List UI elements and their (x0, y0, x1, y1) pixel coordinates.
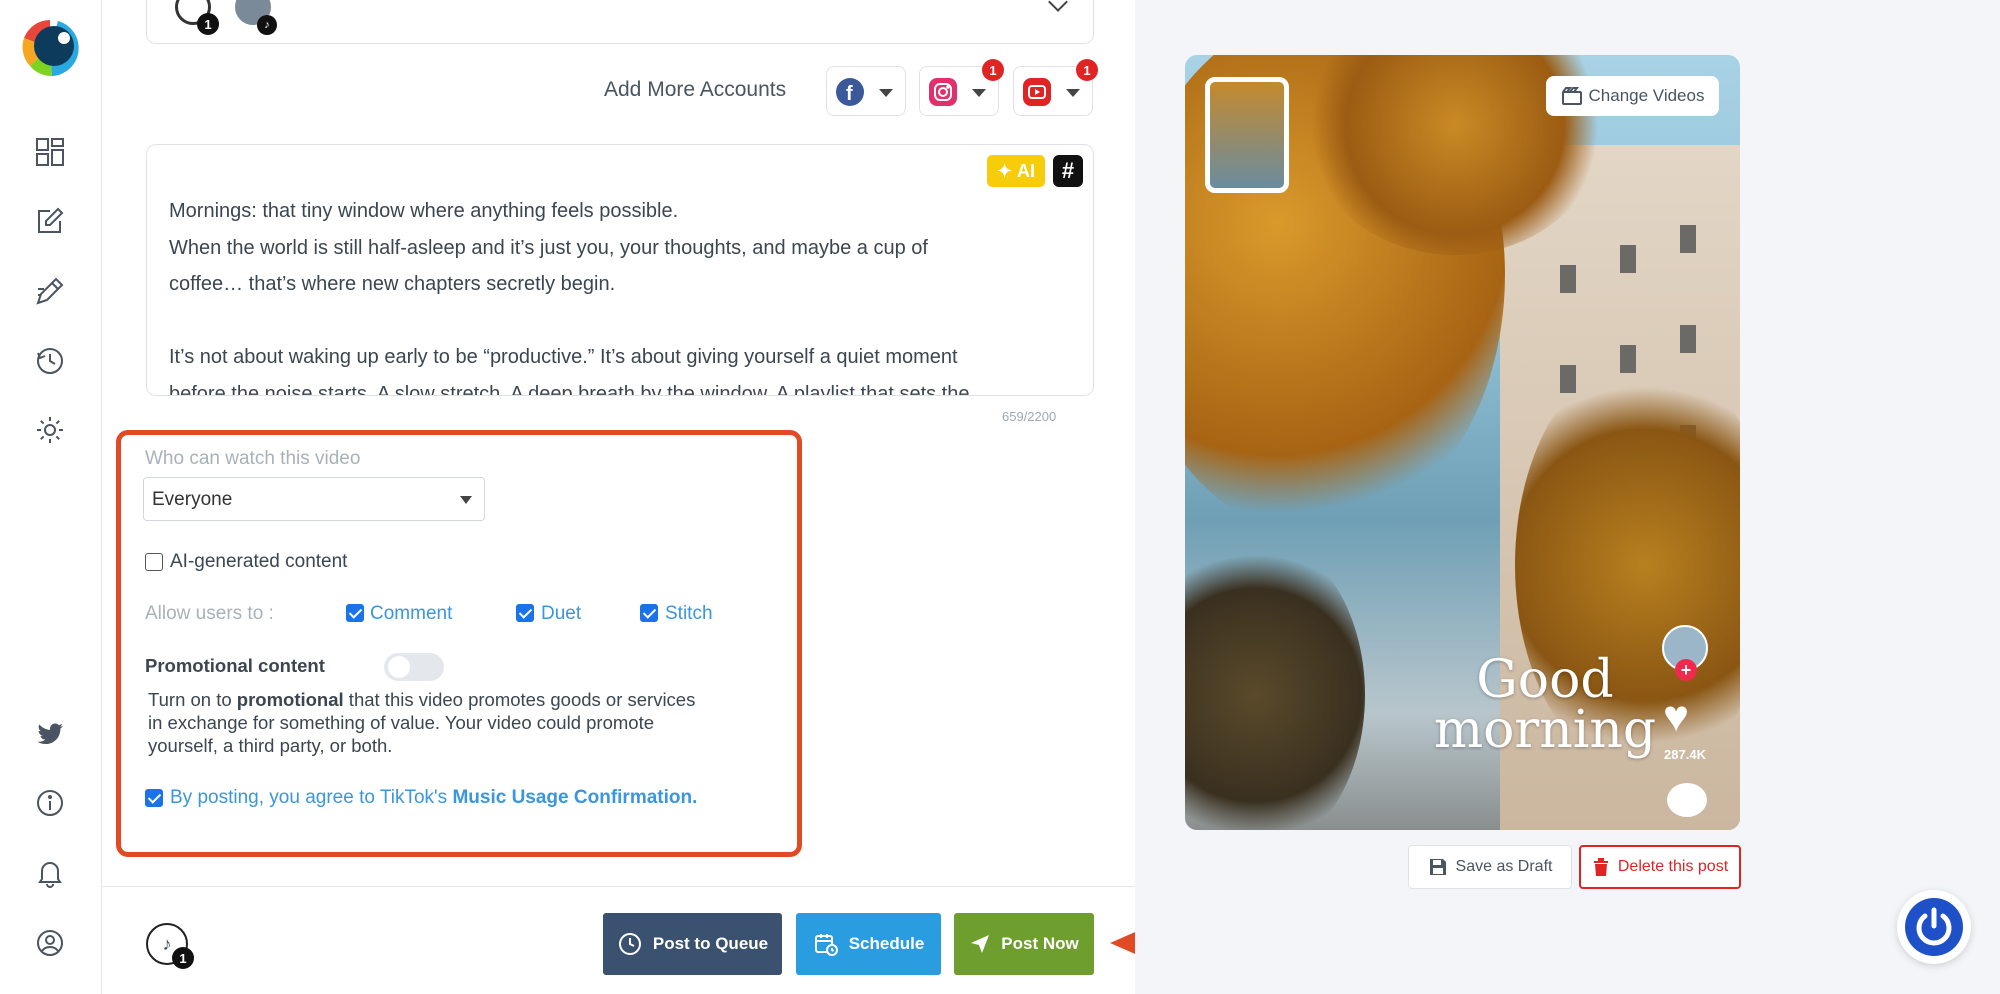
queue-clock-icon (618, 933, 641, 955)
caret-down-icon (879, 89, 893, 97)
change-videos-button[interactable]: Change Videos (1546, 76, 1719, 116)
post-to-queue-button[interactable]: Post to Queue (603, 913, 782, 975)
heart-icon: ♥ (1663, 692, 1690, 741)
allow-duet-checkbox[interactable] (516, 604, 534, 622)
twitter-icon[interactable] (32, 716, 68, 752)
caption-text[interactable]: Mornings: that tiny window where anythin… (169, 193, 1069, 395)
delete-post-label: Delete this post (1617, 858, 1729, 875)
caption-textarea[interactable]: ✦ AI # Mornings: that tiny window where … (146, 144, 1094, 396)
caret-down-icon (1066, 89, 1080, 97)
composer-panel: 1 ♪ Add More Accounts f 1 1 ✦ AI # Morni… (102, 0, 1135, 994)
ai-generated-label: AI-generated content (170, 551, 348, 572)
allow-stitch-checkbox[interactable] (640, 604, 658, 622)
music-usage-confirmation-link[interactable]: Music Usage Confirmation. (452, 787, 697, 808)
promotional-content-toggle[interactable] (384, 653, 444, 681)
overlay-line-2: morning (1433, 700, 1657, 760)
comment-bubble-icon (1667, 783, 1707, 817)
youtube-icon (1023, 78, 1051, 106)
youtube-notification-badge: 1 (1076, 59, 1098, 81)
dashboard-icon[interactable] (32, 134, 68, 170)
info-icon[interactable] (32, 785, 68, 821)
post-now-button[interactable]: Post Now (954, 913, 1094, 975)
settings-gear-icon[interactable] (32, 412, 68, 448)
calendar-clock-icon (814, 934, 838, 956)
toggle-knob (388, 656, 410, 678)
schedule-button[interactable]: Schedule (796, 913, 941, 975)
overlay-line-1: Good (1476, 650, 1614, 710)
likes-count: 287.4K (1664, 747, 1706, 762)
composer-footer: ♪ 1 Post to Queue Schedule Post Now (102, 886, 1135, 994)
account-count-badge: 1 (172, 947, 194, 969)
ai-generated-checkbox[interactable] (145, 553, 163, 571)
who-can-watch-label: Who can watch this video (145, 448, 361, 469)
account-count-badge: 1 (197, 13, 219, 35)
character-count: 659/2200 (1002, 409, 1057, 424)
video-clapper-icon (1561, 87, 1582, 105)
add-instagram-button[interactable]: 1 (919, 59, 1004, 116)
schedule-label: Schedule (848, 934, 925, 953)
tiktok-icon: ♪ (162, 933, 172, 954)
allow-users-label: Allow users to : (145, 603, 274, 624)
schedule-history-icon[interactable] (32, 343, 68, 379)
sidebar (0, 0, 102, 994)
allow-stitch-label: Stitch (665, 603, 713, 624)
promo-desc-prefix: Turn on to (148, 689, 237, 710)
instagram-notification-badge: 1 (982, 59, 1004, 81)
promo-desc-bold: promotional (236, 689, 344, 710)
preview-panel: Change Videos Good morning + ♥ 287.4K Sa… (1135, 0, 2000, 994)
add-more-accounts-label: Add More Accounts (604, 78, 787, 101)
tiktok-icon: ♪ (257, 15, 277, 35)
caret-down-icon (972, 89, 986, 97)
power-support-button[interactable] (1897, 890, 1971, 964)
who-can-watch-select[interactable]: Everyone (143, 477, 485, 521)
video-thumbnail[interactable] (1205, 77, 1289, 193)
post-now-label: Post Now (1001, 934, 1079, 953)
who-can-watch-value: Everyone (152, 489, 233, 510)
instagram-icon (929, 78, 957, 106)
facebook-icon: f (836, 78, 864, 106)
trash-icon (1593, 858, 1608, 876)
change-videos-label: Change Videos (1588, 86, 1705, 105)
music-usage-agreement: By posting, you agree to TikTok's Music … (170, 787, 697, 809)
promotional-content-label: Promotional content (145, 655, 325, 676)
save-as-draft-button[interactable]: Save as Draft (1408, 845, 1572, 889)
sparkle-icon: ✦ (996, 160, 1013, 181)
good-morning-overlay: Good morning (1425, 650, 1665, 760)
add-facebook-button[interactable]: f (826, 66, 906, 116)
ai-label: AI (1017, 160, 1036, 181)
drafts-icon[interactable] (32, 273, 68, 309)
video-preview: Change Videos Good morning + ♥ 287.4K (1185, 55, 1740, 830)
promotional-description: Turn on to promotional that this video p… (148, 688, 708, 757)
ai-assist-button[interactable]: ✦ AI (987, 155, 1045, 187)
allow-comment-label: Comment (370, 603, 453, 624)
post-to-queue-label: Post to Queue (652, 934, 769, 953)
chevron-down-icon[interactable] (1048, 0, 1068, 12)
delete-post-button[interactable]: Delete this post (1579, 845, 1741, 889)
floppy-disk-icon (1429, 859, 1446, 875)
power-icon (1905, 898, 1963, 956)
agree-text: By posting, you agree to TikTok's (170, 787, 453, 808)
notifications-bell-icon[interactable] (32, 855, 68, 891)
follow-plus-icon: + (1675, 659, 1697, 681)
svg-text:f: f (846, 83, 853, 105)
save-draft-label: Save as Draft (1455, 858, 1553, 875)
music-usage-agree-checkbox[interactable] (145, 789, 163, 807)
hashtag-button[interactable]: # (1053, 155, 1083, 187)
selected-accounts-box[interactable]: 1 ♪ (146, 0, 1094, 44)
caret-down-icon (460, 496, 472, 504)
compose-icon[interactable] (32, 203, 68, 239)
send-paper-plane-icon (971, 935, 990, 953)
app-logo[interactable] (18, 16, 82, 80)
allow-duet-label: Duet (541, 603, 582, 624)
allow-comment-checkbox[interactable] (346, 604, 364, 622)
user-profile-icon[interactable] (32, 925, 68, 961)
add-youtube-button[interactable]: 1 (1013, 59, 1098, 116)
